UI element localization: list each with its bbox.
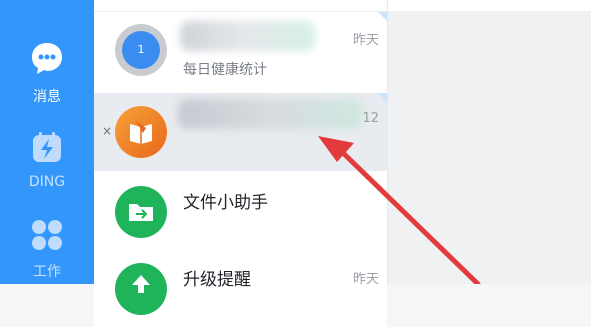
avatar-badge: 1 — [122, 31, 160, 69]
book-icon — [130, 121, 152, 144]
ding-lightning-icon — [33, 132, 61, 162]
conversation-row-upgrade[interactable]: 升级提醒 昨天 — [94, 249, 387, 327]
conversation-time: 12 — [362, 111, 379, 126]
close-icon[interactable]: × — [102, 124, 112, 138]
list-top-edge — [94, 0, 387, 12]
pin-corner-icon — [377, 11, 387, 21]
nav-item-messages[interactable]: 消息 — [0, 40, 94, 106]
conversation-time: 昨天 — [352, 272, 379, 287]
conversation-row-active[interactable]: × 12 — [94, 93, 387, 171]
conversation-title: 文件小助手 — [183, 193, 268, 213]
avatar — [115, 106, 167, 158]
avatar — [115, 186, 167, 238]
chat-pane-top — [388, 0, 591, 11]
avatar: 1 — [115, 24, 167, 76]
conversation-title: 升级提醒 — [183, 270, 251, 290]
folder-transfer-icon — [129, 204, 153, 221]
workbench-grid-icon — [32, 220, 62, 250]
redacted-title — [180, 21, 315, 51]
pin-corner-icon — [377, 93, 387, 103]
left-nav-rail: 消息 DING 工作 — [0, 0, 94, 284]
conversation-subtitle: 每日健康统计 — [183, 62, 267, 78]
nav-label-ding: DING — [28, 174, 66, 190]
chat-pane — [388, 0, 591, 284]
nav-label-messages: 消息 — [33, 89, 61, 105]
avatar — [115, 263, 167, 315]
nav-item-work[interactable]: 工作 — [0, 218, 94, 281]
conversation-row-file-helper[interactable]: 文件小助手 — [94, 171, 387, 249]
nav-label-work: 工作 — [33, 264, 61, 280]
nav-item-ding[interactable]: DING — [0, 130, 94, 190]
conversation-time: 昨天 — [352, 33, 379, 48]
redacted-title — [178, 99, 363, 129]
conversation-list: 1 每日健康统计 昨天 × 12 文件小助手 升级提醒 昨天 — [94, 0, 388, 327]
upgrade-arrow-icon — [132, 275, 150, 293]
chat-bubble-icon — [32, 43, 62, 74]
conversation-row-health[interactable]: 1 每日健康统计 昨天 — [94, 11, 387, 89]
